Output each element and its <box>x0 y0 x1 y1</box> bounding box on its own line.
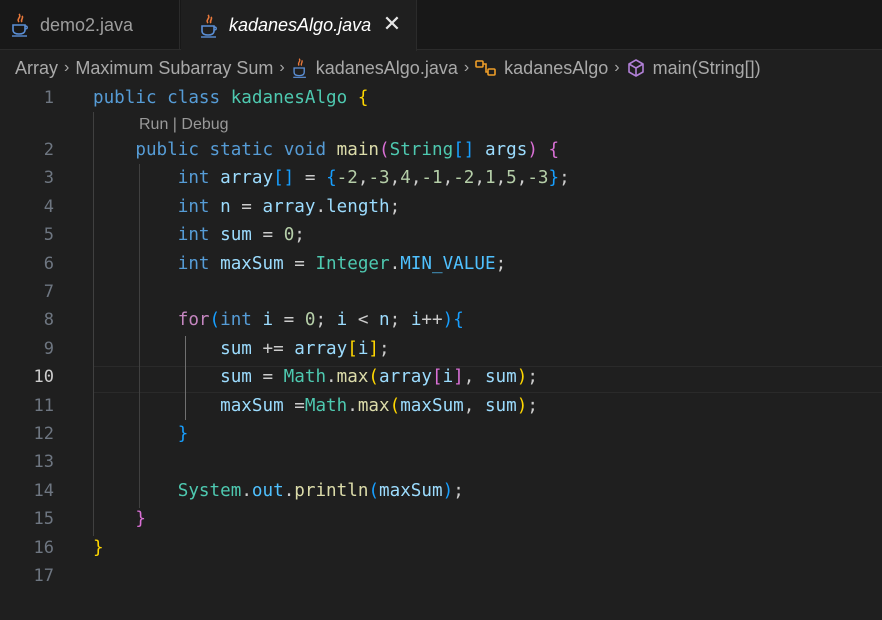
java-icon <box>291 57 309 80</box>
line-number: 6 <box>43 253 54 274</box>
line-number: 3 <box>43 168 54 189</box>
debug-codelens[interactable]: Debug <box>181 116 228 133</box>
tab-label: demo2.java <box>40 14 134 35</box>
code-line[interactable]: 14 System.out.println(maxSum); <box>0 477 882 505</box>
line-number: 13 <box>33 452 54 473</box>
line-number: 9 <box>43 338 54 359</box>
chevron-right-icon: › <box>64 59 70 76</box>
breadcrumb-item-file[interactable]: kadanesAlgo.java <box>316 58 458 79</box>
code-editor[interactable]: Run | Debug 1 public class kadanesAlgo {… <box>0 84 882 620</box>
line-number: 14 <box>33 480 54 501</box>
code-line[interactable]: 2 public static void main(String[] args)… <box>0 136 882 164</box>
java-icon <box>199 13 219 39</box>
method-icon <box>626 58 646 79</box>
run-codelens[interactable]: Run <box>139 116 168 133</box>
line-number: 17 <box>33 566 54 586</box>
code-line[interactable]: 7 <box>0 278 882 306</box>
code-line[interactable]: 1 public class kadanesAlgo { <box>0 84 882 112</box>
tab-kadanesalgo[interactable]: kadanesAlgo.java ✕ <box>181 0 417 51</box>
code-line[interactable]: 6 int maxSum = Integer.MIN_VALUE; <box>0 250 882 278</box>
breadcrumb: Array › Maximum Subarray Sum › kadanesAl… <box>0 50 882 86</box>
code-line[interactable]: 12 } <box>0 420 882 448</box>
class-icon <box>475 58 497 79</box>
breadcrumb-item-class[interactable]: kadanesAlgo <box>504 58 608 79</box>
line-number: 15 <box>33 509 54 530</box>
code-line[interactable]: 8 for(int i = 0; i < n; i++){ <box>0 306 882 334</box>
line-number: 16 <box>33 537 54 558</box>
code-line[interactable]: 15 } <box>0 505 882 533</box>
code-line-active[interactable]: 10 sum = Math.max(array[i], sum); <box>0 363 882 391</box>
line-number: 7 <box>43 282 54 302</box>
java-icon <box>10 12 30 38</box>
codelens: Run | Debug <box>139 116 229 133</box>
chevron-right-icon: › <box>279 59 285 76</box>
line-number: 2 <box>43 140 54 160</box>
code-line[interactable]: 13 <box>0 448 882 476</box>
line-number: 5 <box>43 225 54 246</box>
code-line[interactable]: 5 int sum = 0; <box>0 221 882 249</box>
code-line[interactable]: 11 maxSum =Math.max(maxSum, sum); <box>0 392 882 420</box>
code-line[interactable]: 3 int array[] = {-2,-3,4,-1,-2,1,5,-3}; <box>0 164 882 192</box>
breadcrumb-item-method[interactable]: main(String[]) <box>653 58 761 79</box>
breadcrumb-item-folder[interactable]: Maximum Subarray Sum <box>75 58 273 79</box>
code-line[interactable]: 16 } <box>0 534 882 562</box>
code-line[interactable]: 4 int n = array.length; <box>0 193 882 221</box>
chevron-right-icon: › <box>614 59 620 76</box>
line-number: 4 <box>43 196 54 217</box>
line-number: 8 <box>43 310 54 331</box>
tab-label: kadanesAlgo.java <box>229 15 372 35</box>
line-number: 11 <box>33 395 54 416</box>
breadcrumb-item-array[interactable]: Array <box>15 58 58 79</box>
close-icon[interactable]: ✕ <box>380 11 404 36</box>
code-line[interactable]: 17 <box>0 562 882 590</box>
tab-bar: demo2.java kadanesAlgo.java ✕ <box>0 0 882 51</box>
chevron-right-icon: › <box>463 59 470 76</box>
line-number: 10 <box>33 367 54 388</box>
code-line[interactable]: 9 sum += array[i]; <box>0 335 882 363</box>
line-number: 1 <box>43 88 54 108</box>
tab-demo2[interactable]: demo2.java <box>0 0 180 50</box>
line-number: 12 <box>33 424 54 444</box>
